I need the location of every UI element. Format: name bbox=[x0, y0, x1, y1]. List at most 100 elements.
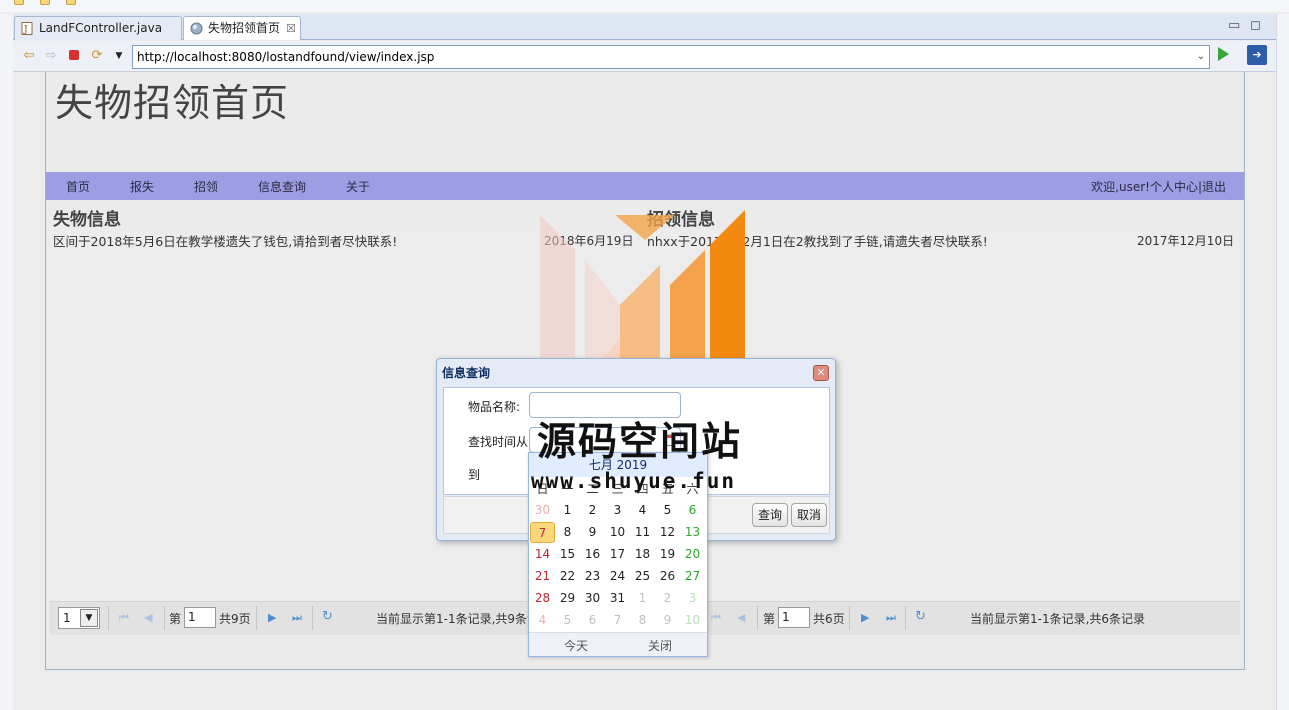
open-external-icon[interactable]: ➔ bbox=[1247, 45, 1267, 65]
last-page-icon[interactable]: ⏭ bbox=[292, 611, 302, 625]
calendar-day[interactable]: 23 bbox=[580, 566, 605, 587]
calendar-day[interactable]: 21 bbox=[530, 566, 555, 587]
minimize-icon[interactable]: ▭ bbox=[1228, 18, 1240, 33]
divider bbox=[312, 606, 313, 630]
menu-report-lost[interactable]: 报失 bbox=[130, 178, 154, 195]
close-icon[interactable]: ✕ bbox=[813, 365, 829, 381]
calendar-day[interactable]: 20 bbox=[680, 544, 705, 565]
url-input[interactable]: http://localhost:8080/lostandfound/view/… bbox=[132, 45, 1210, 69]
tab-landfcontroller[interactable]: J LandFController.java bbox=[14, 16, 182, 40]
calendar-day[interactable]: 1 bbox=[630, 588, 655, 609]
close-tab-icon[interactable]: ☒ bbox=[286, 22, 296, 35]
chevron-down-icon[interactable]: ▼ bbox=[80, 609, 98, 627]
item-name-label: 物品名称: bbox=[468, 400, 521, 414]
calendar-day[interactable]: 2 bbox=[580, 500, 605, 521]
calendar-day[interactable]: 14 bbox=[530, 544, 555, 565]
calendar-day[interactable]: 25 bbox=[630, 566, 655, 587]
refresh-icon[interactable]: ⟳ bbox=[89, 49, 105, 63]
next-page-icon[interactable]: ▶ bbox=[268, 611, 276, 624]
left-rail bbox=[0, 14, 13, 710]
toolbar-icon[interactable] bbox=[66, 0, 76, 5]
calendar-day[interactable]: 18 bbox=[630, 544, 655, 565]
query-button[interactable]: 查询 bbox=[752, 503, 789, 527]
time-to-label: 到 bbox=[468, 468, 481, 482]
cancel-button[interactable]: 取消 bbox=[791, 503, 828, 527]
menu-about[interactable]: 关于 bbox=[346, 178, 370, 195]
calendar-day[interactable]: 12 bbox=[655, 522, 680, 543]
first-page-icon[interactable]: ⏮ bbox=[711, 611, 721, 625]
url-dropdown-icon[interactable]: ⌄ bbox=[1197, 46, 1205, 68]
calendar-day[interactable]: 7 bbox=[605, 610, 630, 631]
calendar-day[interactable]: 5 bbox=[655, 500, 680, 521]
page-prefix: 第 bbox=[169, 612, 182, 626]
calendar-day[interactable]: 4 bbox=[530, 610, 555, 631]
reload-icon[interactable]: ↻ bbox=[915, 609, 926, 624]
globe-icon bbox=[190, 22, 203, 35]
lost-row-text: 区间于2018年5月6日在教学楼遗失了钱包,请拾到者尽快联系! bbox=[53, 234, 398, 249]
calendar-day[interactable]: 2 bbox=[655, 588, 680, 609]
calendar-day[interactable]: 29 bbox=[555, 588, 580, 609]
calendar-day[interactable]: 31 bbox=[605, 588, 630, 609]
forward-icon[interactable]: ⇨ bbox=[43, 49, 59, 63]
calendar-day[interactable]: 7 bbox=[530, 522, 555, 543]
toolbar-icon[interactable] bbox=[40, 0, 50, 5]
stop-icon[interactable] bbox=[66, 49, 82, 63]
first-page-icon[interactable]: ⏮ bbox=[119, 611, 129, 625]
nav-dropdown-icon[interactable]: ▼ bbox=[111, 49, 127, 63]
calendar-day[interactable]: 8 bbox=[555, 522, 580, 543]
calendar-day[interactable]: 5 bbox=[555, 610, 580, 631]
calendar-footer: 今天 关闭 bbox=[529, 632, 707, 656]
divider bbox=[757, 606, 758, 630]
menu-report-found[interactable]: 招领 bbox=[194, 178, 218, 195]
calendar-day[interactable]: 16 bbox=[580, 544, 605, 565]
today-button[interactable]: 今天 bbox=[564, 637, 588, 654]
divider bbox=[164, 606, 165, 630]
tab-lostfound-home[interactable]: 失物招领首页 ☒ bbox=[183, 16, 301, 40]
calendar-day[interactable]: 6 bbox=[680, 500, 705, 521]
menu-search[interactable]: 信息查询 bbox=[258, 178, 306, 195]
page-size-value: 1 bbox=[63, 611, 71, 625]
calendar-day[interactable]: 19 bbox=[655, 544, 680, 565]
calendar-day[interactable]: 30 bbox=[580, 588, 605, 609]
calendar-day[interactable]: 15 bbox=[555, 544, 580, 565]
back-icon[interactable]: ⇦ bbox=[21, 49, 37, 63]
calendar-day[interactable]: 28 bbox=[530, 588, 555, 609]
calendar-day[interactable]: 9 bbox=[580, 522, 605, 543]
calendar-day[interactable]: 3 bbox=[680, 588, 705, 609]
user-links[interactable]: 欢迎,user!个人中心|退出 bbox=[1091, 178, 1226, 195]
found-heading: 招领信息 bbox=[647, 210, 715, 230]
calendar-day[interactable]: 26 bbox=[655, 566, 680, 587]
watermark-title: 源码空间站 bbox=[537, 420, 743, 465]
calendar-day[interactable]: 6 bbox=[580, 610, 605, 631]
calendar-day[interactable]: 3 bbox=[605, 500, 630, 521]
close-calendar-button[interactable]: 关闭 bbox=[648, 637, 672, 654]
page-size-select[interactable]: 1 ▼ bbox=[58, 607, 100, 629]
page-number-input[interactable]: 1 bbox=[778, 607, 810, 628]
maximize-icon[interactable]: ◻ bbox=[1250, 18, 1261, 33]
prev-page-icon[interactable]: ◀ bbox=[737, 611, 745, 624]
browser-navbar: ⇦ ⇨ ⟳ ▼ http://localhost:8080/lostandfou… bbox=[13, 41, 1276, 72]
last-page-icon[interactable]: ⏭ bbox=[886, 611, 896, 625]
calendar-day[interactable]: 1 bbox=[555, 500, 580, 521]
calendar-day[interactable]: 9 bbox=[655, 610, 680, 631]
calendar-day[interactable]: 30 bbox=[530, 500, 555, 521]
calendar-day[interactable]: 4 bbox=[630, 500, 655, 521]
next-page-icon[interactable]: ▶ bbox=[861, 611, 869, 624]
lost-row-date: 2018年6月19日 bbox=[544, 234, 634, 248]
reload-icon[interactable]: ↻ bbox=[322, 609, 333, 624]
menu-home[interactable]: 首页 bbox=[66, 178, 90, 195]
calendar-day[interactable]: 8 bbox=[630, 610, 655, 631]
calendar-day[interactable]: 24 bbox=[605, 566, 630, 587]
prev-page-icon[interactable]: ◀ bbox=[144, 611, 152, 624]
calendar-day[interactable]: 22 bbox=[555, 566, 580, 587]
calendar-day[interactable]: 10 bbox=[680, 610, 705, 631]
calendar-day[interactable]: 11 bbox=[630, 522, 655, 543]
toolbar-icon[interactable] bbox=[14, 0, 24, 5]
watermark-url: www.shuyue.fun bbox=[531, 469, 737, 493]
calendar-day[interactable]: 27 bbox=[680, 566, 705, 587]
page-number-input[interactable]: 1 bbox=[184, 607, 216, 628]
calendar-day[interactable]: 13 bbox=[680, 522, 705, 543]
calendar-day[interactable]: 17 bbox=[605, 544, 630, 565]
go-icon[interactable] bbox=[1218, 47, 1229, 61]
calendar-day[interactable]: 10 bbox=[605, 522, 630, 543]
